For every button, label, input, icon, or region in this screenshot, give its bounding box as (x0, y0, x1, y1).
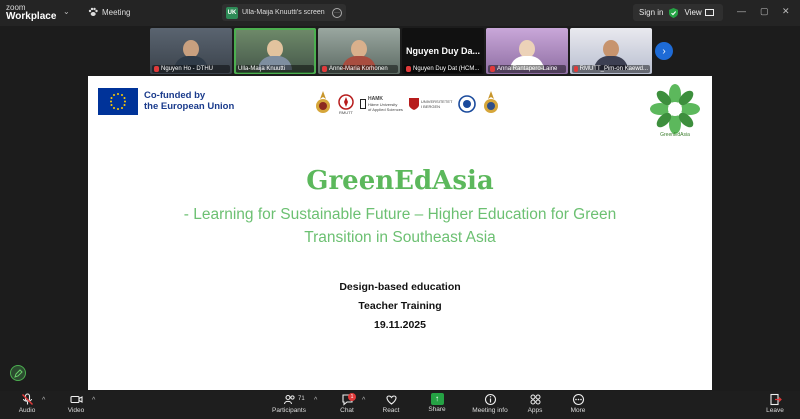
annotate-icon[interactable] (10, 365, 26, 381)
react-button[interactable]: React (371, 393, 411, 414)
meeting-label: Meeting (102, 7, 131, 17)
chevron-right-icon: › (662, 45, 666, 57)
title-bar: zoom Workplace ⌄ Meeting UK Ulla-Maija K… (0, 0, 800, 26)
slide-body: Design-based education Teacher Training … (339, 281, 461, 331)
participants-count: 71 (298, 396, 305, 402)
participant-tile[interactable]: Anna Rantapero-Laine (486, 28, 568, 74)
participant-tile[interactable]: Anne-Maria Korhonen (318, 28, 400, 74)
chat-options-chevron-icon[interactable]: ^ (362, 397, 365, 404)
slide-title: GreenEdAsia (306, 166, 494, 196)
brand-line2: Workplace (6, 11, 57, 22)
next-page-button[interactable]: › (655, 42, 673, 60)
view-label: View (684, 8, 702, 17)
sign-in-link[interactable]: Sign in (639, 8, 663, 17)
thai-university-emblem-icon (316, 91, 330, 113)
camera-icon (69, 395, 83, 404)
chevron-down-icon[interactable]: ⌄ (63, 7, 70, 16)
minimize-icon[interactable]: — (737, 6, 746, 16)
mic-muted-icon (154, 66, 159, 72)
sharer-avatar: UK (226, 6, 238, 19)
close-icon[interactable]: ✕ (782, 6, 790, 17)
eu-cofunded-text: Co-funded by the European Union (144, 90, 235, 112)
people-icon (283, 394, 295, 405)
bergen-logo: UNIVERSITETET I BERGEN (408, 98, 452, 110)
apps-button[interactable]: Apps (515, 393, 555, 414)
hamk-logo: HAMK Häme University of Applied Sciences (360, 96, 403, 112)
video-button[interactable]: Video (56, 393, 96, 414)
eu-flag-icon (98, 88, 138, 115)
thai-royal-emblem-icon (484, 91, 499, 113)
mic-muted-icon (574, 66, 578, 72)
share-button[interactable]: ↑ Share (417, 393, 457, 413)
participant-tile-no-video[interactable]: Nguyen Duy Da... Nguyen Duy Dat (HCM... (402, 28, 484, 74)
partner-logos: RMUTT HAMK Häme University of Applied Sc… (314, 84, 500, 124)
shield-check-icon[interactable] (669, 7, 679, 18)
more-options-icon[interactable]: ··· (332, 7, 342, 18)
meeting-info-button[interactable]: Meeting info (468, 393, 512, 414)
mic-muted-icon (21, 393, 33, 406)
participants-options-chevron-icon[interactable]: ^ (314, 397, 317, 404)
rmutt-emblem-icon (338, 93, 354, 110)
participant-name: RMUTT_Pim-on Kaewd... (572, 65, 650, 73)
bergen-crest-icon (408, 98, 419, 110)
chat-unread-badge: 1 (348, 393, 356, 401)
greenedasia-logo-caption: GreenEdAsia (660, 132, 690, 138)
share-up-icon: ↑ (430, 393, 444, 405)
account-area: Sign in View (633, 4, 723, 21)
zoom-meeting-window: zoom Workplace ⌄ Meeting UK Ulla-Maija K… (0, 0, 800, 419)
mic-muted-icon (406, 66, 411, 72)
grid-view-icon (704, 9, 714, 16)
participant-tile[interactable]: RMUTT_Pim-on Kaewd... (570, 28, 652, 74)
mic-muted-icon (490, 66, 495, 72)
view-button[interactable]: View (684, 8, 714, 17)
participant-tile[interactable]: Nguyen Ho - DTHU (150, 28, 232, 74)
apps-icon (530, 394, 540, 405)
share-label: Ulla-Maija Knuutti's screen (242, 9, 325, 16)
meeting-controls: Audio ^ Video ^ Participants 71 ^ Chat 1… (0, 391, 800, 419)
participant-name: Anne-Maria Korhonen (320, 65, 398, 73)
screen-share-indicator[interactable]: UK Ulla-Maija Knuutti's screen ··· (222, 4, 346, 21)
info-icon (484, 393, 496, 406)
greenedasia-logo-icon (650, 84, 700, 134)
participant-tile-active-speaker[interactable]: Ulla-Maija Knuutti (234, 28, 316, 74)
paw-icon (88, 7, 98, 16)
leave-icon (769, 393, 782, 406)
participant-name: Ulla-Maija Knuutti (236, 65, 314, 73)
audio-button[interactable]: Audio (7, 393, 47, 414)
meeting-tab[interactable]: Meeting (88, 7, 130, 17)
shared-screen-slide: Co-funded by the European Union RMUTT HA… (88, 76, 712, 390)
video-options-chevron-icon[interactable]: ^ (92, 397, 95, 404)
slide-subtitle: - Learning for Sustainable Future – High… (183, 206, 617, 246)
zoom-workplace-logo[interactable]: zoom Workplace (6, 3, 66, 22)
participant-name: Anna Rantapero-Laine (488, 65, 566, 73)
more-button[interactable]: More (558, 393, 598, 414)
participant-filmstrip: Nguyen Ho - DTHU Ulla-Maija Knuutti Anne… (150, 28, 652, 74)
participant-display-name: Nguyen Duy Da... (405, 46, 480, 56)
participant-name: Nguyen Duy Dat (HCM... (404, 65, 482, 73)
mic-muted-icon (322, 66, 327, 72)
maximize-icon[interactable]: ▢ (760, 6, 769, 17)
audio-options-chevron-icon[interactable]: ^ (42, 397, 45, 404)
blue-university-emblem-icon (458, 95, 477, 113)
more-dots-icon (572, 393, 584, 406)
chat-button[interactable]: Chat (327, 393, 367, 414)
hamk-mark-icon (360, 99, 366, 109)
leave-button[interactable]: Leave (755, 393, 795, 414)
participant-name: Nguyen Ho - DTHU (152, 65, 230, 73)
rmutt-logo: RMUTT (338, 93, 354, 115)
heart-icon (385, 395, 397, 405)
